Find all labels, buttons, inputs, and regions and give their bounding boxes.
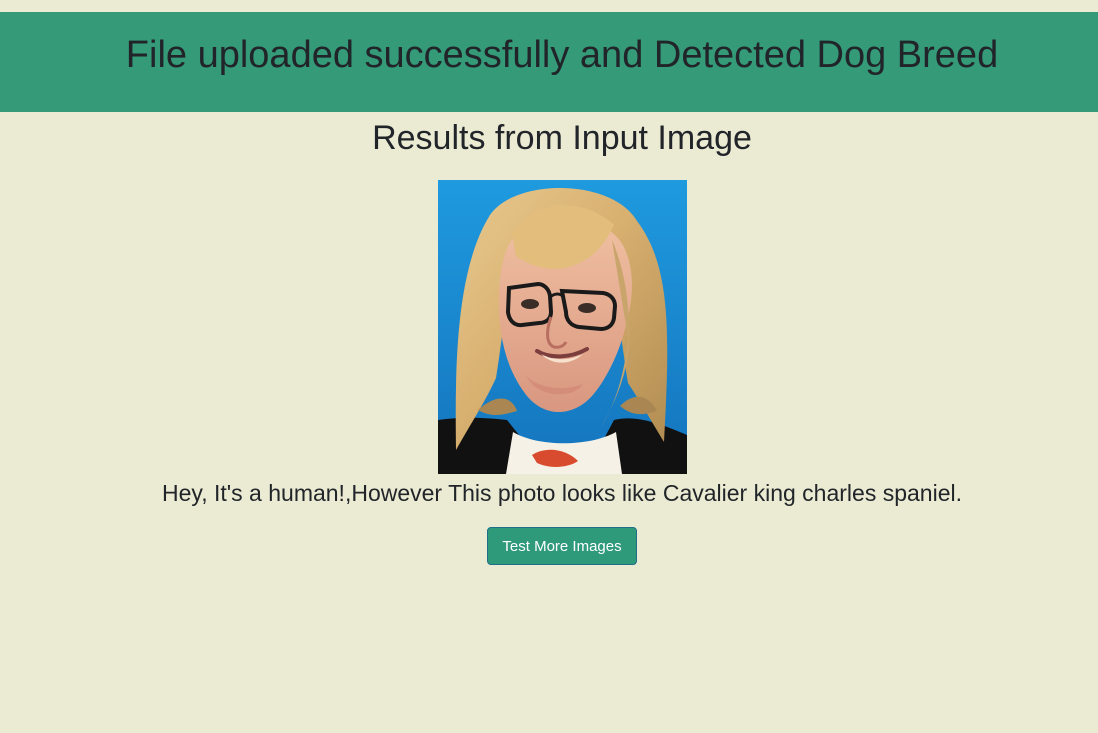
page-top-strip <box>0 0 1098 12</box>
test-more-images-button[interactable]: Test More Images <box>487 527 637 565</box>
results-heading: Results from Input Image <box>372 119 752 157</box>
result-message: Hey, It's a human!,However This photo lo… <box>162 480 962 506</box>
header-banner: File uploaded successfully and Detected … <box>0 12 1098 112</box>
uploaded-image <box>438 180 687 474</box>
page-title: File uploaded successfully and Detected … <box>125 34 999 76</box>
